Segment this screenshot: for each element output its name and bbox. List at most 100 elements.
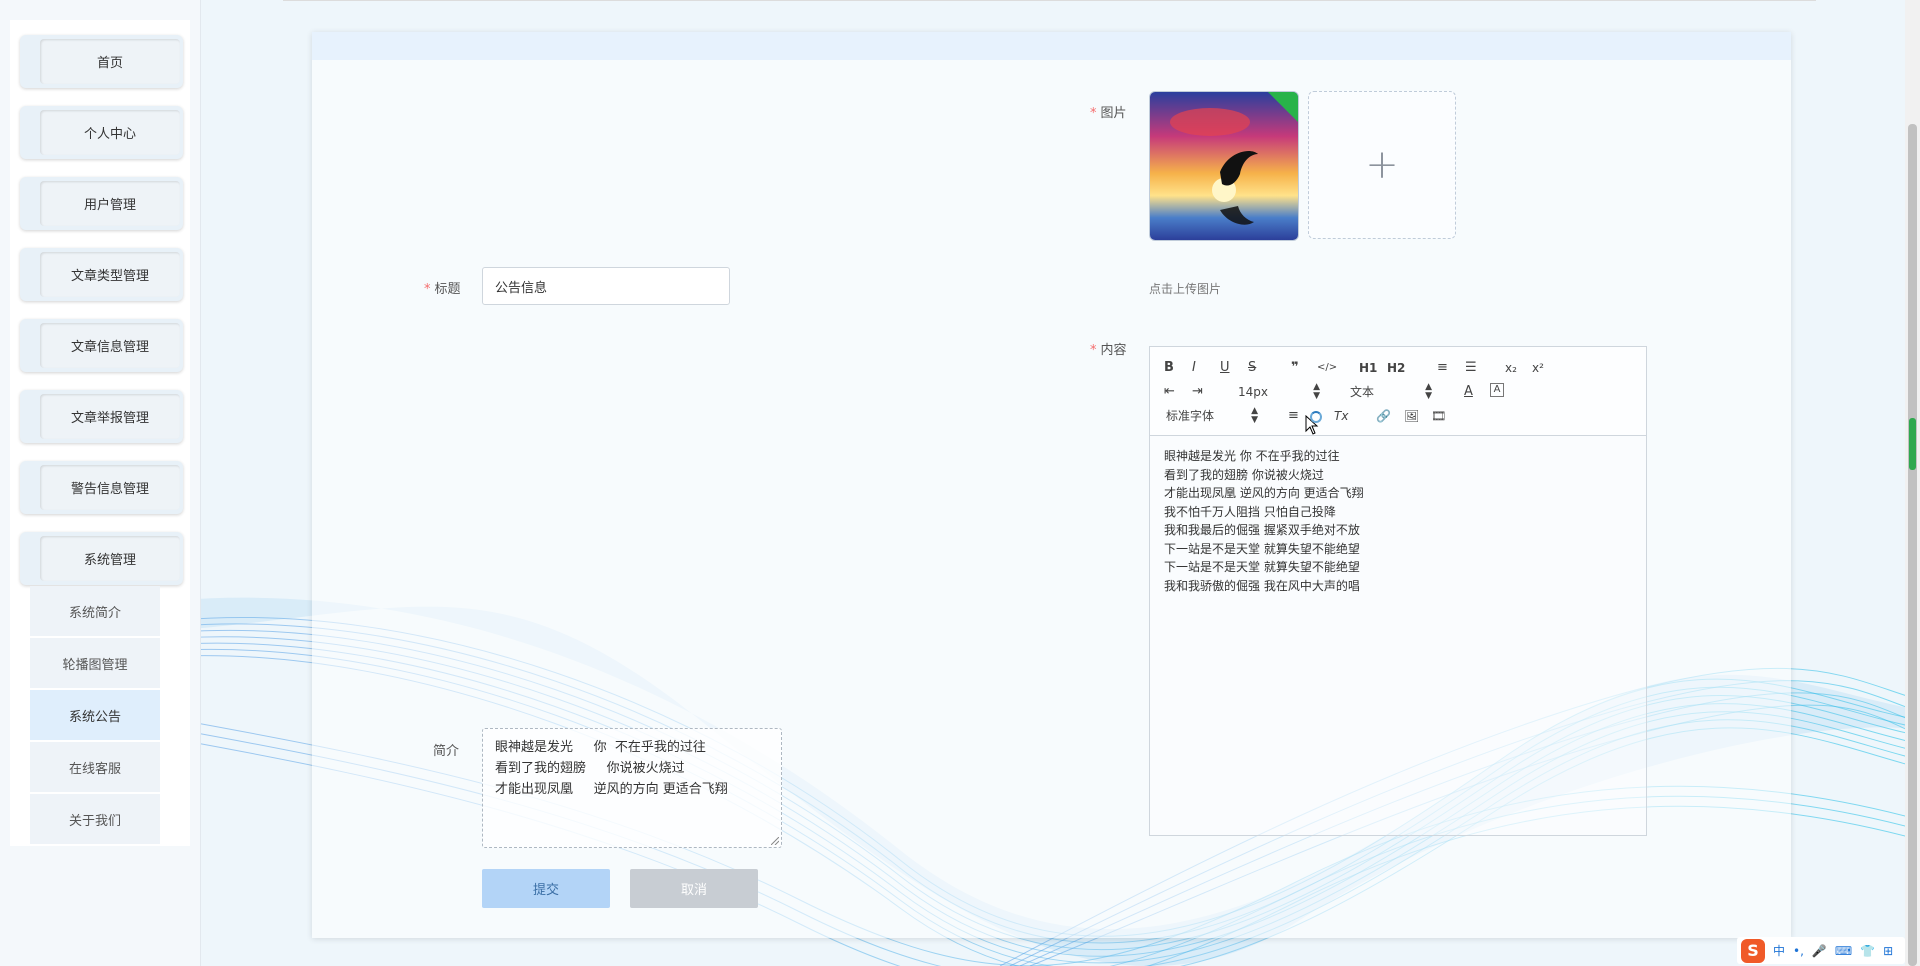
required-mark: * [1090,343,1097,358]
ime-toolbox-icon[interactable]: ⊞ [1883,944,1893,958]
submit-button[interactable]: 提交 [482,869,610,908]
editor-content[interactable]: 眼神越是发光 你 不在乎我的过往 看到了我的翅膀 你说被火烧过 才能出现凤凰 逆… [1164,447,1634,595]
dolphin-sunset-image [1150,92,1298,240]
image-label: * 图片 [1090,102,1127,121]
underline-icon[interactable]: U [1220,359,1230,377]
video-icon[interactable]: 🎞 [1431,407,1446,425]
submenu-item-online-service[interactable]: 在线客服 [30,742,160,793]
subscript-icon[interactable]: x₂ [1505,359,1517,377]
resize-grip-icon[interactable] [771,837,779,845]
summary-textarea[interactable]: 眼神越是发光 你 不在乎我的过往 看到了我的翅膀 你说被火烧过 才能出现凤凰 逆… [482,728,782,848]
image-label-text: 图片 [1100,106,1127,121]
editor-line: 我和我骄傲的倔强 我在风中大声的唱 [1164,578,1360,593]
title-label-text: 标题 [434,282,461,297]
menu-item-article-type-management[interactable]: 文章类型管理 [20,248,183,301]
top-divider [283,0,1816,1]
menu-item-label: 系统管理 [40,536,180,581]
submenu-label: 系统公告 [68,709,121,725]
editor-line: 下一站是不是天堂 就算失望不能绝望 [1164,541,1360,556]
sidebar: 首页 个人中心 用户管理 文章类型管理 文章信息管理 文章举报管理 警告信息管理… [0,0,201,966]
strikethrough-icon[interactable]: S [1248,359,1256,377]
title-label: * 标题 [424,278,461,297]
select-arrows-icon: ▲ ▼ [1313,382,1320,401]
menu-item-label: 个人中心 [40,110,180,155]
content-label-text: 内容 [1100,343,1127,358]
rich-text-editor[interactable]: B I U S ❞ </> H1 H2 ≡ ☰ x₂ x² ⇤ ⇥ 14px ▲ ▼… [1149,346,1647,836]
submenu-label: 在线客服 [68,761,121,777]
summary-line: 眼神越是发光 你 不在乎我的过往 [495,740,706,755]
ime-skin-icon[interactable]: 👕 [1860,944,1875,958]
upload-tip: 点击上传图片 [1149,282,1222,296]
required-mark: * [424,282,431,297]
menu-item-label: 文章举报管理 [40,394,180,439]
italic-icon[interactable]: I [1192,359,1196,377]
ime-keyboard-icon[interactable]: ⌨ [1835,944,1852,958]
submenu-item-system-notice[interactable]: 系统公告 [30,690,160,741]
plus-icon: + [1365,142,1399,188]
clean-format-icon[interactable]: Tx [1334,407,1348,425]
scrollbar-thumb[interactable] [1908,124,1917,966]
submenu-item-about-us[interactable]: 关于我们 [30,794,160,845]
image-upload-button[interactable]: + [1308,91,1456,239]
scrollbar-marker [1909,418,1916,470]
page-scrollbar[interactable] [1905,0,1920,966]
header-value: 文本 [1350,385,1375,399]
align-icon[interactable]: ≡ [1288,407,1299,425]
background-color-icon[interactable]: A [1490,383,1504,397]
header1-icon[interactable]: H1 [1359,359,1377,377]
submenu-item-carousel-management[interactable]: 轮播图管理 [30,638,160,689]
ime-toolbar[interactable]: S 中 •, 🎤 ⌨ 👕 ⊞ [1737,937,1905,964]
content-label: * 内容 [1090,339,1127,358]
superscript-icon[interactable]: x² [1532,359,1544,377]
menu-item-label: 用户管理 [40,181,180,226]
ordered-list-icon[interactable]: ≡ [1437,359,1448,377]
bullet-list-icon[interactable]: ☰ [1465,359,1477,377]
menu-item-system-management[interactable]: 系统管理 [20,532,183,585]
menu-item-user-management[interactable]: 用户管理 [20,177,183,230]
submenu-label: 系统简介 [68,605,121,621]
bold-icon[interactable]: B [1164,359,1174,377]
summary-line: 才能出现凤凰 逆风的方向 更适合飞翔 [495,782,728,797]
link-icon[interactable]: 🔗 [1376,407,1391,425]
menu-item-label: 文章类型管理 [40,252,180,297]
title-input[interactable] [482,267,730,305]
menu-item-article-info-management[interactable]: 文章信息管理 [20,319,183,372]
header2-icon[interactable]: H2 [1387,359,1405,377]
blockquote-icon[interactable]: ❞ [1291,359,1299,377]
submenu-item-system-intro[interactable]: 系统简介 [30,586,160,637]
font-size-select[interactable]: 14px ▲ ▼ [1238,383,1320,401]
font-color-icon[interactable]: A [1464,383,1473,401]
card-header-bar [312,32,1791,60]
font-family-select[interactable]: 标准字体 ▲ ▼ [1166,407,1258,425]
editor-line: 看到了我的翅膀 你说被火烧过 [1164,467,1324,482]
ime-punctuation-icon[interactable]: •, [1793,944,1804,958]
summary-line: 看到了我的翅膀 你说被火烧过 [495,761,685,776]
image-icon[interactable]: 🖼 [1404,407,1419,425]
editor-line: 眼神越是发光 你 不在乎我的过往 [1164,449,1340,463]
outdent-icon[interactable]: ⇤ [1164,383,1175,401]
editor-line: 才能出现凤凰 逆风的方向 更适合飞翔 [1164,486,1364,500]
sogou-ime-icon[interactable]: S [1741,938,1765,963]
summary-label: 简介 [433,744,460,759]
editor-toolbar: B I U S ❞ </> H1 H2 ≡ ☰ x₂ x² ⇤ ⇥ 14px ▲ ▼… [1150,347,1646,436]
menu-item-home[interactable]: 首页 [20,35,183,88]
loading-spinner-icon [1310,411,1322,423]
indent-icon[interactable]: ⇥ [1192,383,1203,401]
font-family-value: 标准字体 [1166,409,1215,423]
cancel-button[interactable]: 取消 [630,869,758,908]
page: 首页 个人中心 用户管理 文章类型管理 文章信息管理 文章举报管理 警告信息管理… [0,0,1920,966]
font-size-value: 14px [1238,385,1268,399]
code-block-icon[interactable]: </> [1317,359,1337,377]
menu-item-article-report-management[interactable]: 文章举报管理 [20,390,183,443]
header-select[interactable]: 文本 ▲ ▼ [1350,383,1432,401]
uploaded-image-thumbnail[interactable] [1149,91,1299,241]
menu-item-label: 警告信息管理 [40,465,180,510]
ime-voice-icon[interactable]: 🎤 [1812,944,1827,958]
ime-language-icon[interactable]: 中 [1773,942,1785,959]
menu-item-warning-management[interactable]: 警告信息管理 [20,461,183,514]
editor-line: 我和我最后的倔强 握紧双手绝对不放 [1164,523,1360,537]
menu-item-personal-center[interactable]: 个人中心 [20,106,183,159]
required-mark: * [1090,106,1097,121]
submenu-label: 关于我们 [68,813,121,829]
menu-item-label: 文章信息管理 [40,323,180,368]
